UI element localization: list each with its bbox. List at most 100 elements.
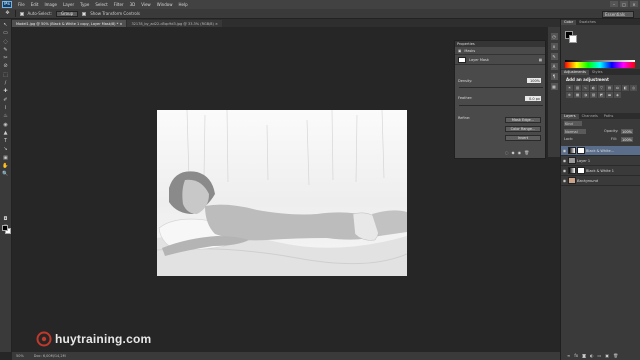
- foreground-color-swatch[interactable]: [2, 225, 8, 231]
- blend-mode-dropdown[interactable]: Normal: [564, 129, 586, 134]
- black-white-icon[interactable]: ◧: [622, 85, 629, 91]
- layer-style-icon[interactable]: fx: [574, 353, 578, 358]
- invert-adjust-icon[interactable]: ◑: [582, 92, 589, 98]
- tab-swatches[interactable]: Swatches: [576, 20, 599, 26]
- layer-row[interactable]: ◉ Black & White 1: [561, 166, 640, 176]
- photo-filter-icon[interactable]: ◎: [630, 85, 637, 91]
- layer-row[interactable]: ◉ Layer 1: [561, 156, 640, 166]
- mask-edge-button[interactable]: Mask Edge...: [505, 117, 541, 123]
- menu-window[interactable]: Window: [154, 2, 176, 7]
- document-canvas[interactable]: [157, 110, 407, 276]
- threshold-icon[interactable]: ◩: [598, 92, 605, 98]
- move-tool-icon[interactable]: ✥: [4, 10, 11, 17]
- workspace-dropdown[interactable]: Essentials: [602, 10, 634, 18]
- delete-mask-icon[interactable]: 🗑: [524, 150, 529, 155]
- tab-styles[interactable]: Styles: [589, 70, 606, 76]
- clone-stamp-icon[interactable]: ✚: [2, 88, 9, 95]
- color-spectrum[interactable]: [565, 62, 635, 68]
- tab-paths[interactable]: Paths: [601, 114, 617, 120]
- menu-view[interactable]: View: [138, 2, 154, 7]
- new-adjustment-icon[interactable]: ◐: [590, 353, 594, 358]
- apply-mask-icon[interactable]: ◆: [512, 150, 515, 155]
- new-layer-icon[interactable]: ▣: [605, 353, 609, 358]
- menu-image[interactable]: Image: [41, 2, 60, 7]
- move-icon[interactable]: ↖: [2, 22, 9, 29]
- maximize-button[interactable]: □: [620, 1, 628, 7]
- visibility-eye-icon[interactable]: ◉: [561, 168, 568, 173]
- brush-icon[interactable]: ∕: [2, 80, 9, 87]
- tab-color[interactable]: Color: [561, 19, 577, 25]
- transform-controls-checkbox[interactable]: [82, 11, 87, 16]
- tab-adjustments[interactable]: Adjustments: [561, 69, 589, 75]
- add-mask-icon[interactable]: ◙: [582, 353, 586, 358]
- menu-3d[interactable]: 3D: [127, 2, 139, 7]
- channel-mixer-icon[interactable]: ⊕: [566, 92, 573, 98]
- hand-icon[interactable]: ✋: [2, 163, 9, 170]
- curves-icon[interactable]: ∿: [582, 85, 589, 91]
- paragraph-icon[interactable]: ¶: [550, 73, 558, 80]
- mask-thumbnail[interactable]: [577, 147, 585, 154]
- zoom-level[interactable]: 50%: [16, 354, 24, 358]
- color-lookup-icon[interactable]: ▦: [574, 92, 581, 98]
- close-button[interactable]: ×: [630, 1, 638, 7]
- tab-second-document[interactable]: 32178_by_ad22-d5qc9d3.jpg @ 33.3% (RGB/8…: [127, 20, 222, 27]
- zoom-icon[interactable]: 🔍: [2, 171, 9, 178]
- hue-saturation-icon[interactable]: ▤: [606, 85, 613, 91]
- feather-slider[interactable]: [459, 105, 543, 106]
- levels-icon[interactable]: ▥: [574, 85, 581, 91]
- properties-icon[interactable]: ▦: [550, 83, 558, 90]
- minimize-button[interactable]: –: [610, 1, 618, 7]
- menu-type[interactable]: Type: [77, 2, 92, 7]
- menu-edit[interactable]: Edit: [28, 2, 42, 7]
- visibility-eye-icon[interactable]: ◉: [561, 178, 568, 183]
- brightness-icon[interactable]: ☀: [566, 85, 573, 91]
- dodge-icon[interactable]: ◉: [2, 122, 9, 129]
- invert-button[interactable]: Invert: [505, 135, 541, 141]
- type-icon[interactable]: T: [2, 138, 9, 145]
- layer-row[interactable]: ◉ Background: [561, 176, 640, 186]
- auto-select-checkbox[interactable]: [19, 11, 24, 16]
- visibility-eye-icon[interactable]: ◉: [561, 148, 568, 153]
- quick-mask-icon[interactable]: ◘: [2, 216, 9, 223]
- tab-channels[interactable]: Channels: [579, 114, 601, 120]
- vibrance-icon[interactable]: ▽: [598, 85, 605, 91]
- info-icon[interactable]: ℹ: [550, 43, 558, 50]
- vector-mask-icon[interactable]: ▩: [539, 58, 542, 62]
- fill-input[interactable]: 100%: [621, 137, 633, 142]
- path-selection-icon[interactable]: ↘: [2, 146, 9, 153]
- auto-select-dropdown[interactable]: Group: [56, 10, 79, 17]
- tab-layers[interactable]: Layers: [561, 113, 579, 119]
- gradient-map-icon[interactable]: ▬: [606, 92, 613, 98]
- gradient-icon[interactable]: ♨: [2, 113, 9, 120]
- marquee-icon[interactable]: ▭: [2, 30, 9, 37]
- kind-filter-dropdown[interactable]: Kind: [564, 121, 582, 126]
- menu-select[interactable]: Select: [92, 2, 110, 7]
- exposure-icon[interactable]: ◐: [590, 85, 597, 91]
- mask-thumbnail[interactable]: [577, 167, 585, 174]
- density-input[interactable]: 100%: [527, 78, 541, 83]
- panel-background-swatch[interactable]: [569, 35, 577, 43]
- menu-help[interactable]: Help: [175, 2, 190, 7]
- posterize-icon[interactable]: ▨: [590, 92, 597, 98]
- eraser-icon[interactable]: ⌇: [2, 105, 9, 112]
- brush-presets-icon[interactable]: ✎: [550, 53, 558, 60]
- feather-input[interactable]: 0.0 px: [525, 96, 541, 101]
- history-icon[interactable]: ◷: [550, 33, 558, 40]
- healing-icon[interactable]: ⬚: [2, 72, 9, 79]
- history-brush-icon[interactable]: ✐: [2, 97, 9, 104]
- quick-selection-icon[interactable]: ✎: [2, 47, 9, 54]
- menu-file[interactable]: File: [15, 2, 28, 7]
- color-balance-icon[interactable]: ⚖: [614, 85, 621, 91]
- delete-layer-icon[interactable]: 🗑: [613, 353, 618, 358]
- opacity-input[interactable]: 100%: [621, 129, 633, 134]
- load-selection-icon[interactable]: ◌: [505, 150, 509, 155]
- link-layers-icon[interactable]: ∞: [567, 353, 570, 358]
- pixel-mask-icon[interactable]: ▣: [458, 49, 461, 53]
- eyedropper-icon[interactable]: ⊘: [2, 63, 9, 70]
- character-icon[interactable]: A: [550, 63, 558, 70]
- selective-color-icon[interactable]: ◈: [614, 92, 621, 98]
- pen-icon[interactable]: ▲: [2, 130, 9, 137]
- menu-layer[interactable]: Layer: [60, 2, 77, 7]
- tab-model1[interactable]: Model1.jpg @ 50% (Black & White 1 copy, …: [12, 20, 127, 27]
- color-range-button[interactable]: Color Range...: [505, 126, 541, 132]
